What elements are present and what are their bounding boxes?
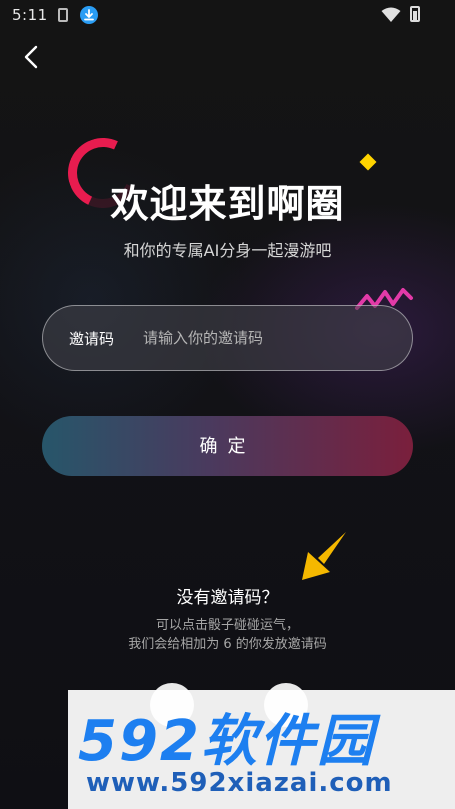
watermark-logo: 592软件园 [78,709,375,774]
site-watermark: 592软件园 www.592xiazai.com [68,690,455,809]
invite-code-input[interactable] [143,320,393,356]
status-time: 5:11 [12,6,48,24]
page-subtitle: 和你的专属AI分身一起漫游吧 [123,241,332,260]
wifi-icon [381,7,401,27]
pointer-arrow-icon [302,532,346,580]
no-invite-code-title: 没有邀请码？ [176,588,279,608]
chevron-left-icon [24,45,38,69]
sim-card-icon [58,8,68,22]
invite-code-label: 邀请码 [69,330,115,348]
decorative-diamond [359,153,377,171]
page-title: 欢迎来到啊圈 [110,182,345,226]
status-bar: 5:11 [0,0,455,32]
dice-hint-line-1: 可以点击骰子碰碰运气， [155,618,299,633]
watermark-url: www.592xiazai.com [86,768,393,798]
battery-icon [410,6,420,22]
dice-hint-line-2: 我们会给相加为 6 的你发放邀请码 [128,637,327,652]
download-icon [80,6,98,24]
back-button[interactable] [18,42,46,72]
confirm-button[interactable]: 确定 [42,416,413,476]
invite-code-screen: 5:11 欢迎来到啊圈 和你的专属AI分身一起漫游吧 邀请码 确定 没有邀请码？… [0,0,455,809]
invite-code-field[interactable]: 邀请码 [42,305,413,371]
